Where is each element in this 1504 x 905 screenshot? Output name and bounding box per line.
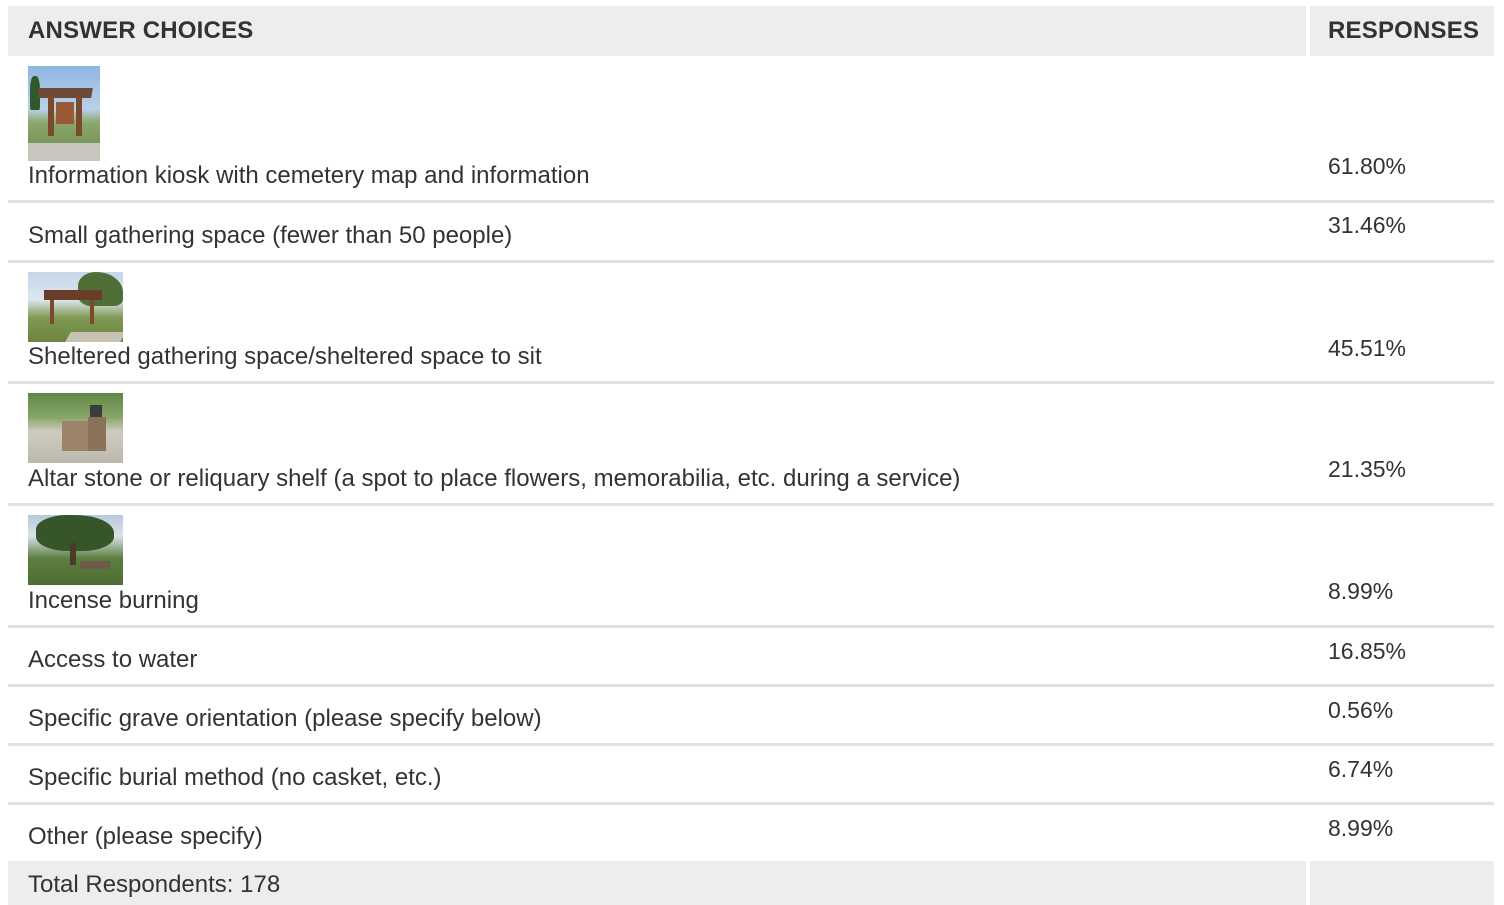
tree-photo [28, 515, 123, 585]
choice-cell: Access to water [8, 628, 1306, 684]
table-row: Specific burial method (no casket, etc.)… [8, 746, 1494, 805]
footer-response-cell [1310, 861, 1494, 905]
choice-cell: Small gathering space (fewer than 50 peo… [8, 203, 1306, 260]
responses-header: RESPONSES [1328, 17, 1480, 44]
altar-photo [28, 393, 123, 463]
response-cell: 0.56% [1310, 687, 1494, 743]
response-cell: 6.74% [1310, 746, 1494, 802]
choice-cell: Other (please specify) [8, 805, 1306, 861]
response-cell: 16.85% [1310, 628, 1494, 684]
answer-choices-header: ANSWER CHOICES [28, 17, 254, 44]
shelter-photo [28, 272, 123, 342]
choice-label: Other (please specify) [28, 823, 263, 850]
table-row: Sheltered gathering space/sheltered spac… [8, 263, 1494, 384]
response-cell: 31.46% [1310, 203, 1494, 260]
table-row: Small gathering space (fewer than 50 peo… [8, 203, 1494, 263]
choice-cell: Incense burning [8, 506, 1306, 625]
responses-header-cell: RESPONSES [1310, 6, 1494, 56]
choice-label: Altar stone or reliquary shelf (a spot t… [28, 465, 961, 492]
table-header: ANSWER CHOICES RESPONSES [8, 6, 1494, 56]
table-row: Other (please specify) 8.99% [8, 805, 1494, 861]
response-cell: 8.99% [1310, 506, 1494, 625]
table-row: Altar stone or reliquary shelf (a spot t… [8, 384, 1494, 506]
table-row: Incense burning 8.99% [8, 506, 1494, 628]
choice-label: Small gathering space (fewer than 50 peo… [28, 222, 513, 249]
response-cell: 21.35% [1310, 384, 1494, 503]
footer-choice-cell: Total Respondents: 178 [8, 861, 1306, 905]
response-value: 6.74% [1328, 756, 1394, 782]
response-cell: 8.99% [1310, 805, 1494, 861]
kiosk-photo [28, 66, 100, 161]
response-value: 8.99% [1328, 815, 1394, 841]
response-value: 0.56% [1328, 697, 1394, 723]
response-value: 21.35% [1328, 456, 1407, 482]
choice-cell: Information kiosk with cemetery map and … [8, 58, 1306, 200]
answer-choices-header-cell: ANSWER CHOICES [8, 6, 1306, 56]
response-value: 8.99% [1328, 578, 1394, 604]
choice-cell: Sheltered gathering space/sheltered spac… [8, 263, 1306, 381]
response-cell: 61.80% [1310, 58, 1494, 200]
choice-label: Information kiosk with cemetery map and … [28, 162, 590, 189]
table-row: Access to water 16.85% [8, 628, 1494, 687]
response-value: 61.80% [1328, 153, 1407, 179]
choice-label: Incense burning [28, 587, 199, 614]
choice-label: Access to water [28, 646, 198, 673]
choice-cell: Specific grave orientation (please speci… [8, 687, 1306, 743]
table-row: Specific grave orientation (please speci… [8, 687, 1494, 746]
choice-label: Sheltered gathering space/sheltered spac… [28, 343, 542, 370]
choice-label: Specific burial method (no casket, etc.) [28, 764, 442, 791]
choice-cell: Altar stone or reliquary shelf (a spot t… [8, 384, 1306, 503]
survey-results-table: ANSWER CHOICES RESPONSES Information kio… [8, 6, 1494, 905]
response-value: 31.46% [1328, 212, 1407, 238]
choice-cell: Specific burial method (no casket, etc.) [8, 746, 1306, 802]
table-row: Information kiosk with cemetery map and … [8, 58, 1494, 203]
choice-label: Specific grave orientation (please speci… [28, 705, 542, 732]
response-value: 45.51% [1328, 335, 1407, 361]
response-cell: 45.51% [1310, 263, 1494, 381]
response-value: 16.85% [1328, 638, 1407, 664]
total-respondents: Total Respondents: 178 [28, 871, 281, 898]
table-footer: Total Respondents: 178 [8, 861, 1494, 905]
